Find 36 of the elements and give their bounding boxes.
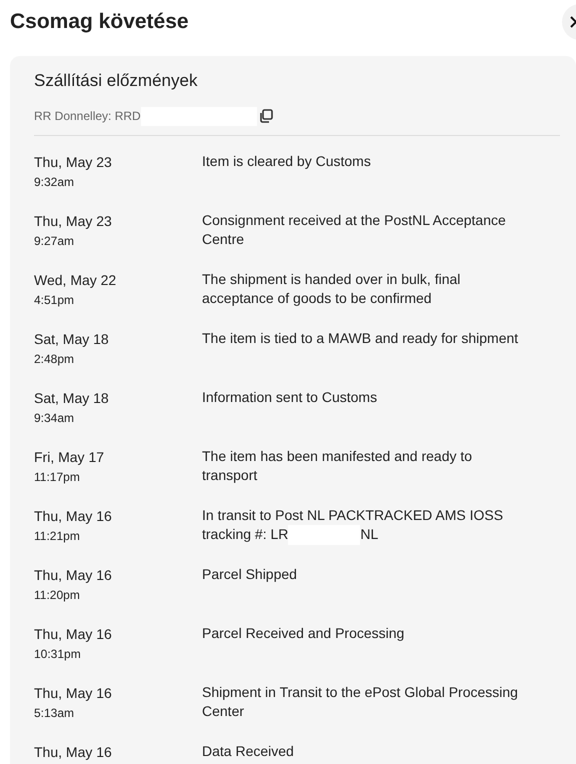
event-date: Sat, May 18	[34, 330, 110, 349]
event-time: 9:27am	[34, 233, 76, 250]
copy-icon	[258, 108, 273, 123]
event-date: Thu, May 23	[34, 153, 113, 172]
event-date: Fri, May 17	[34, 448, 106, 467]
event-description: In transit to Post NL PACKTRACKED AMS IOSS tracking #: LR NL	[202, 506, 527, 546]
page-title: Csomag követése	[10, 9, 189, 35]
event-description: The shipment is handed over in bulk, final acceptance of goods to be confirmed	[202, 270, 462, 308]
event-description: Parcel Received and Processing	[202, 624, 406, 643]
event-time: 4:51pm	[34, 292, 76, 309]
event-time: 11:21pm	[34, 528, 81, 545]
event-date: Wed, May 22	[34, 271, 118, 290]
carrier-label: RR Donnelley: RRD	[34, 108, 141, 125]
event-description: Consignment received at the PostNL Acceptance Centre	[202, 211, 507, 249]
event-description: The item is tied to a MAWB and ready for shipment	[202, 329, 520, 348]
event-description: The item has been manifested and ready to transport	[202, 447, 474, 485]
event-time: 11:17pm	[34, 469, 81, 486]
event-time: 2:48pm	[34, 351, 76, 368]
event-time: 10:31pm	[34, 646, 82, 663]
event-time: 9:32am	[34, 174, 76, 191]
event-date: Thu, May 16	[34, 684, 113, 703]
event-description: Information sent to Customs	[202, 388, 378, 407]
event-time: 9:34am	[34, 410, 76, 427]
event-date: Thu, May 23	[34, 212, 113, 231]
event-date: Thu, May 16	[34, 507, 113, 526]
event-time: 5:13am	[34, 705, 76, 722]
card-heading: Szállítási előzmények	[34, 70, 198, 92]
event-description: Data Received	[202, 742, 295, 761]
event-date: Thu, May 16	[34, 566, 113, 585]
event-time: 11:20pm	[34, 587, 81, 604]
event-date: Sat, May 18	[34, 389, 110, 408]
event-description: Parcel Shipped	[202, 565, 298, 584]
event-description: Shipment in Transit to the ePost Global Processing Center	[202, 683, 519, 721]
event-date: Thu, May 16	[34, 743, 113, 762]
event-date: Thu, May 16	[34, 625, 113, 644]
event-description: Item is cleared by Customs	[202, 152, 372, 171]
